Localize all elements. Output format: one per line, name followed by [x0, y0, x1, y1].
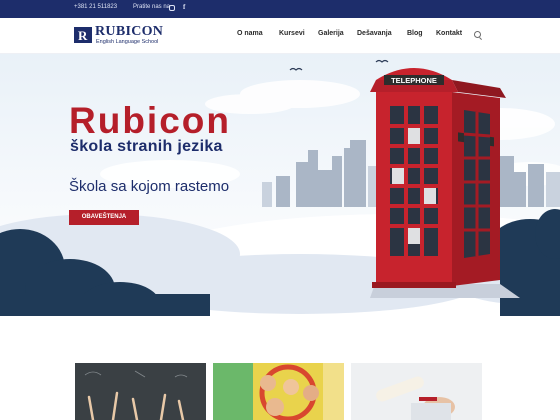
search-icon[interactable] [474, 31, 481, 38]
hero-banner: TELEPHONE Rubicon škola stranih jezika Š… [0, 54, 560, 316]
card-image-graduation-scroll[interactable] [351, 363, 482, 420]
nav-item-kontakt[interactable]: Kontakt [436, 30, 462, 37]
instagram-icon[interactable] [169, 5, 175, 11]
facebook-icon[interactable]: f [183, 3, 185, 11]
nav-item-kursevi[interactable]: Kursevi [279, 30, 305, 37]
logo-title[interactable]: RUBICON [95, 24, 163, 40]
site-header: R RUBICON English Language School O nama… [0, 18, 560, 54]
telephone-booth: TELEPHONE [370, 68, 520, 298]
hero-title: Rubicon [69, 100, 231, 141]
logo-subtitle: English Language School [96, 39, 159, 45]
svg-text:TELEPHONE: TELEPHONE [391, 76, 437, 85]
nav-item-blog[interactable]: Blog [407, 30, 423, 37]
logo-mark[interactable]: R [74, 27, 92, 43]
featured-cards [0, 316, 560, 420]
kids-chalkboard-photo [75, 363, 206, 420]
graduation-scroll-photo [351, 363, 482, 420]
nav-item-o-nama[interactable]: O nama [237, 30, 263, 37]
follow-us-label: Pratite nas na [133, 4, 171, 10]
kids-playground-photo [213, 363, 344, 420]
nav-item-galerija[interactable]: Galerija [318, 30, 344, 37]
hero-subtitle: škola stranih jezika [70, 138, 223, 155]
announcements-button[interactable]: OBAVEŠTENJA [69, 210, 139, 225]
top-bar: +381 21 511823 Pratite nas na f [0, 0, 560, 18]
hero-tagline: Škola sa kojom rastemo [69, 178, 230, 195]
card-image-kids-chalkboard[interactable] [75, 363, 206, 420]
nav-item-desavanja[interactable]: Dešavanja [357, 30, 392, 37]
phone-number[interactable]: +381 21 511823 [74, 4, 117, 10]
card-image-kids-playground[interactable] [213, 363, 344, 420]
